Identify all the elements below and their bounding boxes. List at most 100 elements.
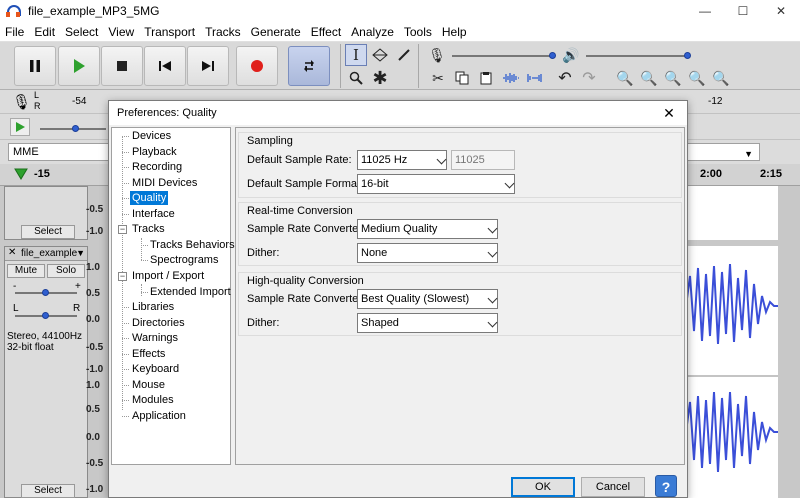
selection-tool[interactable]: I: [345, 44, 367, 66]
multi-tool[interactable]: ✱: [369, 67, 391, 89]
zoom-out-icon: 🔍: [640, 69, 658, 86]
default-sample-format-select[interactable]: 16-bit: [357, 174, 515, 194]
track-menu-chevron-icon[interactable]: ▼: [76, 248, 85, 258]
menu-help[interactable]: Help: [437, 22, 472, 42]
minimize-button[interactable]: —: [686, 0, 724, 22]
menu-edit[interactable]: Edit: [29, 22, 60, 42]
menu-tools[interactable]: Tools: [399, 22, 437, 42]
tree-item-tracks[interactable]: Tracks: [132, 222, 165, 236]
collapse-icon[interactable]: −: [118, 225, 127, 234]
tree-item-effects[interactable]: Effects: [132, 347, 165, 361]
trim-button[interactable]: [500, 67, 522, 89]
tree-item-directories[interactable]: Directories: [132, 316, 185, 330]
track-control-panel: Select: [4, 186, 88, 240]
waveform-area[interactable]: [685, 246, 778, 498]
draw-tool[interactable]: [393, 44, 415, 66]
track-select-button[interactable]: Select: [21, 225, 75, 239]
silence-button[interactable]: [524, 67, 546, 89]
tree-item-quality[interactable]: Quality: [130, 191, 169, 205]
tree-item-devices[interactable]: Devices: [132, 129, 171, 143]
menu-effect[interactable]: Effect: [306, 22, 346, 42]
tree-item-import-export[interactable]: Import / Export: [132, 269, 204, 283]
gain-slider[interactable]: [42, 289, 49, 296]
close-icon[interactable]: ✕: [8, 247, 16, 258]
redo-button[interactable]: ↷: [578, 67, 600, 89]
realtime-dither-select[interactable]: None: [357, 243, 498, 263]
tree-item-midi-devices[interactable]: MIDI Devices: [132, 176, 197, 190]
maximize-button[interactable]: ☐: [724, 0, 762, 22]
zoom-tool[interactable]: [345, 67, 367, 89]
toolbar-separator: [340, 44, 341, 88]
solo-button[interactable]: Solo: [47, 264, 85, 278]
tree-item-mouse[interactable]: Mouse: [132, 378, 165, 392]
tree-item-warnings[interactable]: Warnings: [132, 331, 178, 345]
cancel-button[interactable]: Cancel: [581, 477, 645, 497]
menu-select[interactable]: Select: [60, 22, 103, 42]
menu-analyze[interactable]: Analyze: [346, 22, 399, 42]
play-icon: [74, 59, 85, 73]
default-sample-rate-select[interactable]: 11025 Hz: [357, 150, 447, 170]
undo-button[interactable]: ↶: [554, 67, 576, 89]
select-value: Shaped: [361, 317, 399, 329]
track-name[interactable]: file_example: [21, 248, 77, 259]
loop-button[interactable]: [288, 46, 330, 86]
tree-item-extended-import[interactable]: Extended Import: [150, 285, 231, 299]
highquality-converter-select[interactable]: Best Quality (Slowest): [357, 289, 498, 309]
help-button[interactable]: ?: [655, 475, 677, 497]
menu-generate[interactable]: Generate: [246, 22, 306, 42]
paste-button[interactable]: [475, 67, 497, 89]
zoom-toggle-button[interactable]: 🔍: [710, 67, 732, 89]
pause-button[interactable]: [14, 46, 56, 86]
sample-rate-text-input[interactable]: 11025: [451, 150, 515, 170]
copy-button[interactable]: [451, 67, 473, 89]
play-at-speed-button[interactable]: [10, 118, 30, 136]
tree-item-recording[interactable]: Recording: [132, 160, 182, 174]
tree-item-interface[interactable]: Interface: [132, 207, 175, 221]
microphone-icon: 🎙: [428, 46, 446, 63]
close-icon[interactable]: ✕: [659, 103, 679, 123]
record-button[interactable]: [236, 46, 278, 86]
recording-volume-slider[interactable]: [549, 52, 556, 59]
pan-slider[interactable]: [42, 312, 49, 319]
copy-icon: [455, 71, 469, 85]
tree-item-modules[interactable]: Modules: [132, 393, 174, 407]
stop-button[interactable]: [101, 46, 143, 86]
ok-button[interactable]: OK: [511, 477, 575, 497]
realtime-conversion-group: Real-time Conversion Sample Rate Convert…: [238, 202, 682, 266]
tree-item-application[interactable]: Application: [132, 409, 186, 423]
track-select-button[interactable]: Select: [21, 484, 75, 498]
close-window-button[interactable]: ✕: [762, 0, 800, 22]
menu-tracks[interactable]: Tracks: [200, 22, 246, 42]
fit-selection-button[interactable]: 🔍: [662, 67, 684, 89]
highquality-dither-select[interactable]: Shaped: [357, 313, 498, 333]
cut-button[interactable]: ✂: [427, 67, 449, 89]
zoom-out-button[interactable]: 🔍: [638, 67, 660, 89]
play-icon: [16, 122, 25, 132]
fit-project-button[interactable]: 🔍: [686, 67, 708, 89]
realtime-converter-select[interactable]: Medium Quality: [357, 219, 498, 239]
tree-guide: [122, 369, 129, 370]
waveform-area[interactable]: [686, 186, 778, 240]
mute-button[interactable]: Mute: [7, 264, 45, 278]
tree-item-keyboard[interactable]: Keyboard: [132, 362, 179, 376]
play-button[interactable]: [58, 46, 100, 86]
tree-item-libraries[interactable]: Libraries: [132, 300, 174, 314]
clipboard-icon: [480, 72, 492, 85]
skip-to-start-button[interactable]: [144, 46, 186, 86]
tree-item-tracks-behaviors[interactable]: Tracks Behaviors: [150, 238, 235, 252]
menu-bar: File Edit Select View Transport Tracks G…: [0, 22, 800, 42]
menu-transport[interactable]: Transport: [139, 22, 200, 42]
tree-item-playback[interactable]: Playback: [132, 145, 177, 159]
playback-volume-slider[interactable]: [684, 52, 691, 59]
envelope-tool[interactable]: [369, 44, 391, 66]
play-speed-slider[interactable]: [72, 125, 79, 132]
recording-meter-mic-icon: 🎙: [12, 94, 32, 111]
toolbar-separator: [418, 44, 419, 88]
sampling-group: Sampling Default Sample Rate: 11025 Hz 1…: [238, 132, 682, 198]
menu-view[interactable]: View: [103, 22, 139, 42]
tree-item-spectrograms[interactable]: Spectrograms: [150, 253, 218, 267]
skip-to-end-button[interactable]: [187, 46, 229, 86]
zoom-in-button[interactable]: 🔍: [614, 67, 636, 89]
menu-file[interactable]: File: [0, 22, 29, 42]
collapse-icon[interactable]: −: [118, 272, 127, 281]
